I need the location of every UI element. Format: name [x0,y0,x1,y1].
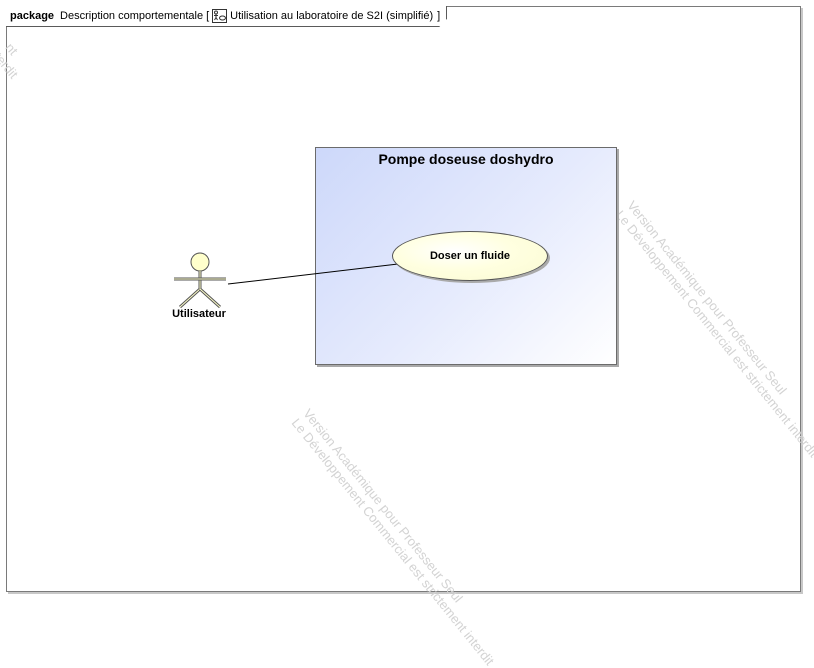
actor-leg-left-inner [179,288,201,308]
diagram-overlay [174,252,399,309]
use-case-doser-un-fluide[interactable]: Doser un fluide [392,231,548,281]
actor-head [190,252,210,272]
association-line[interactable] [227,263,399,285]
use-case-label: Doser un fluide [429,250,511,262]
actor-leg-right-inner [199,288,221,308]
actor-label: Utilisateur [172,308,226,320]
actor-figure[interactable] [174,252,226,309]
